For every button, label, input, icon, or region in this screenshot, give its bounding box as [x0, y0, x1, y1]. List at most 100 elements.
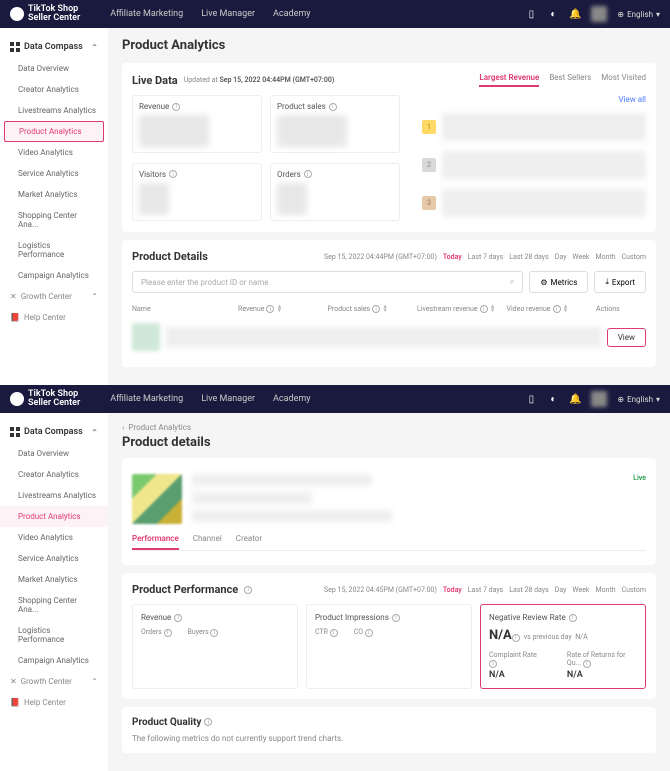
range-28d[interactable]: Last 28 days	[509, 253, 548, 261]
info-icon[interactable]: i	[365, 629, 373, 637]
bell-icon[interactable]: 🔔	[569, 393, 581, 405]
headset-icon[interactable]: ◐	[547, 393, 559, 405]
range-custom[interactable]: Custom	[622, 586, 646, 594]
col-sales[interactable]: Product salesi▲▼	[328, 305, 412, 313]
nav-academy[interactable]: Academy	[273, 394, 310, 404]
headset-icon[interactable]: ◐	[547, 8, 559, 20]
breadcrumb[interactable]: ‹Product Analytics	[122, 423, 656, 432]
nav-academy[interactable]: Academy	[273, 9, 310, 19]
sidebar-help-center[interactable]: 📕 Help Center	[0, 692, 108, 713]
sidebar-item-campaign[interactable]: Campaign Analytics	[0, 265, 108, 286]
info-icon[interactable]: i	[489, 660, 497, 668]
tab-largest-revenue[interactable]: Largest Revenue	[479, 73, 539, 87]
rank-row-1[interactable]: 1	[422, 108, 646, 146]
info-icon[interactable]: i	[169, 170, 177, 178]
info-icon[interactable]: i	[210, 629, 218, 637]
sidebar-item-creator-analytics[interactable]: Creator Analytics	[0, 79, 108, 100]
col-name[interactable]: Name	[132, 305, 232, 313]
search-icon: ⌕	[510, 277, 514, 287]
avatar[interactable]	[591, 6, 607, 22]
subtab-channel[interactable]: Channel	[193, 534, 222, 550]
sidebar-item-video-analytics[interactable]: Video Analytics	[0, 527, 108, 548]
sidebar-item-video-analytics[interactable]: Video Analytics	[0, 142, 108, 163]
rank-row-3[interactable]: 3	[422, 184, 646, 222]
view-button[interactable]: View	[607, 328, 646, 347]
sidebar-section-data-compass[interactable]: Data Compass ⌃	[0, 36, 108, 58]
range-28d[interactable]: Last 28 days	[509, 586, 548, 594]
phone-icon[interactable]: ▯	[525, 393, 537, 405]
language-selector[interactable]: ⊕ English ▾	[617, 10, 660, 19]
sidebar-item-logistics[interactable]: Logistics Performance	[0, 620, 108, 650]
range-week[interactable]: Week	[572, 253, 589, 261]
logo[interactable]: TikTok Shop Seller Center	[10, 5, 80, 23]
info-icon[interactable]: i	[304, 170, 312, 178]
nrr-prev: vs previous day N/A	[524, 633, 588, 641]
chevron-up-icon: ⌃	[91, 43, 98, 52]
sidebar-item-shopping-center[interactable]: Shopping Center Ana...	[0, 205, 108, 235]
info-icon[interactable]: i	[583, 660, 591, 668]
subtab-creator[interactable]: Creator	[236, 534, 262, 550]
info-icon[interactable]: i	[244, 586, 252, 594]
nav-affiliate[interactable]: Affiliate Marketing	[110, 9, 183, 19]
sidebar-item-logistics[interactable]: Logistics Performance	[0, 235, 108, 265]
nav-live[interactable]: Live Manager	[201, 9, 255, 19]
sidebar-item-shopping-center[interactable]: Shopping Center Ana...	[0, 590, 108, 620]
info-icon[interactable]: i	[164, 629, 172, 637]
metrics-button[interactable]: ⚙ Metrics	[529, 271, 588, 293]
sidebar-item-data-overview[interactable]: Data Overview	[0, 58, 108, 79]
nav-live[interactable]: Live Manager	[201, 394, 255, 404]
info-icon[interactable]: i	[569, 614, 577, 622]
sidebar-section-data-compass[interactable]: Data Compass ⌃	[0, 421, 108, 443]
tab-best-sellers[interactable]: Best Sellers	[549, 73, 591, 87]
info-icon[interactable]: i	[512, 634, 520, 642]
view-all-link[interactable]: View all	[422, 95, 646, 104]
info-icon[interactable]: i	[392, 614, 400, 622]
info-icon[interactable]: i	[204, 718, 212, 726]
sidebar-section-growth[interactable]: ✕ Growth Center⌃	[0, 286, 108, 307]
info-icon[interactable]: i	[329, 103, 337, 111]
sidebar-item-creator-analytics[interactable]: Creator Analytics	[0, 464, 108, 485]
product-search-input[interactable]: Please enter the product ID or name⌕	[132, 271, 523, 293]
avatar[interactable]	[591, 391, 607, 407]
sidebar-item-service-analytics[interactable]: Service Analytics	[0, 163, 108, 184]
range-7d[interactable]: Last 7 days	[468, 586, 504, 594]
sidebar-item-product-analytics[interactable]: Product Analytics	[4, 121, 104, 142]
col-video-revenue[interactable]: Video revenuei▲▼	[507, 305, 591, 313]
sidebar-item-data-overview[interactable]: Data Overview	[0, 443, 108, 464]
bell-icon[interactable]: 🔔	[569, 8, 581, 20]
logo[interactable]: TikTok Shop Seller Center	[10, 390, 80, 408]
sidebar-help-center[interactable]: 📕 Help Center	[0, 307, 108, 328]
sidebar-item-livestreams-analytics[interactable]: Livestreams Analytics	[0, 100, 108, 121]
sidebar-item-market-analytics[interactable]: Market Analytics	[0, 184, 108, 205]
rank-row-2[interactable]: 2	[422, 146, 646, 184]
range-today[interactable]: Today	[443, 253, 462, 261]
sidebar-item-livestreams-analytics[interactable]: Livestreams Analytics	[0, 485, 108, 506]
range-week[interactable]: Week	[572, 586, 589, 594]
sidebar-item-market-analytics[interactable]: Market Analytics	[0, 569, 108, 590]
col-revenue[interactable]: Revenuei▲▼	[238, 305, 322, 313]
nav-affiliate[interactable]: Affiliate Marketing	[110, 394, 183, 404]
top-nav: Affiliate Marketing Live Manager Academy	[110, 9, 310, 19]
range-month[interactable]: Month	[595, 253, 615, 261]
export-button[interactable]: ⤓ Export	[594, 271, 646, 293]
range-today[interactable]: Today	[443, 586, 462, 594]
sidebar-section-growth[interactable]: ✕ Growth Center⌃	[0, 671, 108, 692]
tab-most-visited[interactable]: Most Visited	[601, 73, 646, 87]
col-live-revenue[interactable]: Livestream revenuei▲▼	[417, 305, 501, 313]
range-day[interactable]: Day	[555, 586, 567, 594]
sidebar-head-label: Data Compass	[24, 427, 83, 437]
range-7d[interactable]: Last 7 days	[468, 253, 504, 261]
range-month[interactable]: Month	[595, 586, 615, 594]
sidebar-item-campaign[interactable]: Campaign Analytics	[0, 650, 108, 671]
range-custom[interactable]: Custom	[622, 253, 646, 261]
phone-icon[interactable]: ▯	[525, 8, 537, 20]
info-icon[interactable]: i	[174, 614, 182, 622]
sidebar-item-product-analytics[interactable]: Product Analytics	[0, 506, 108, 527]
range-day[interactable]: Day	[555, 253, 567, 261]
info-icon[interactable]: i	[172, 103, 180, 111]
sidebar-item-service-analytics[interactable]: Service Analytics	[0, 548, 108, 569]
subtab-performance[interactable]: Performance	[132, 534, 179, 550]
info-icon[interactable]: i	[330, 629, 338, 637]
info-icon: i	[372, 305, 380, 313]
language-selector[interactable]: ⊕ English ▾	[617, 395, 660, 404]
